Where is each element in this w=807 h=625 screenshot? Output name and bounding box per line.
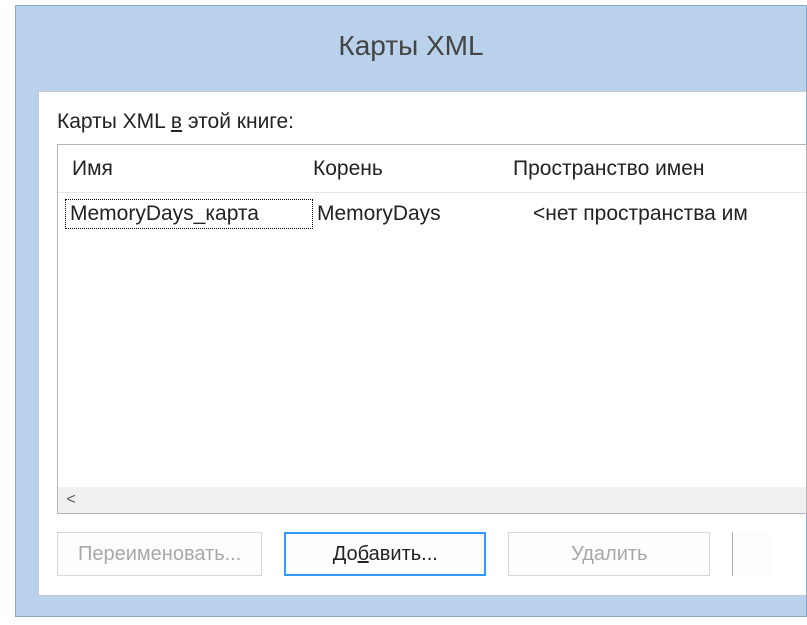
horizontal-scrollbar[interactable]: < (58, 487, 806, 513)
dialog-title-text: Карты XML (338, 30, 483, 62)
dialog-window: Карты XML Карты XML в этой книге: Имя Ко… (15, 5, 807, 617)
cell-root: MemoryDays (313, 202, 513, 226)
cell-name: MemoryDays_карта (65, 199, 313, 229)
add-button-label: Добавить... (333, 543, 438, 566)
cell-namespace: <нет пространства им (513, 202, 806, 226)
add-pre: До (333, 543, 358, 565)
list-rows: MemoryDays_карта MemoryDays <нет простра… (58, 193, 806, 231)
list-label-accel: в (171, 110, 182, 133)
add-accel: б (358, 543, 369, 565)
dialog-title: Карты XML (16, 6, 806, 86)
dialog-client-area: Карты XML в этой книге: Имя Корень Прост… (38, 91, 806, 596)
delete-button-label: Удалить (571, 543, 647, 566)
rename-button-label: Переименовать... (78, 543, 241, 566)
truncated-button[interactable] (732, 532, 772, 576)
delete-button: Удалить (508, 532, 710, 576)
rename-button: Переименовать... (57, 532, 262, 576)
scroll-left-button[interactable]: < (58, 487, 84, 513)
list-label-prefix: Карты XML (57, 110, 171, 133)
scroll-track[interactable] (84, 487, 806, 513)
list-row[interactable]: MemoryDays_карта MemoryDays <нет простра… (58, 197, 806, 231)
xml-maps-list[interactable]: Имя Корень Пространство имен MemoryDays_… (57, 144, 807, 514)
list-label: Карты XML в этой книге: (57, 110, 806, 134)
header-name[interactable]: Имя (58, 157, 313, 181)
add-button[interactable]: Добавить... (284, 532, 486, 576)
header-namespace[interactable]: Пространство имен (513, 157, 806, 181)
list-label-suffix: этой книге: (182, 110, 294, 133)
add-post: авить... (369, 543, 438, 565)
header-root[interactable]: Корень (313, 157, 513, 181)
button-row: Переименовать... Добавить... Удалить (57, 532, 807, 576)
chevron-left-icon: < (66, 491, 75, 509)
list-headers: Имя Корень Пространство имен (58, 145, 806, 193)
